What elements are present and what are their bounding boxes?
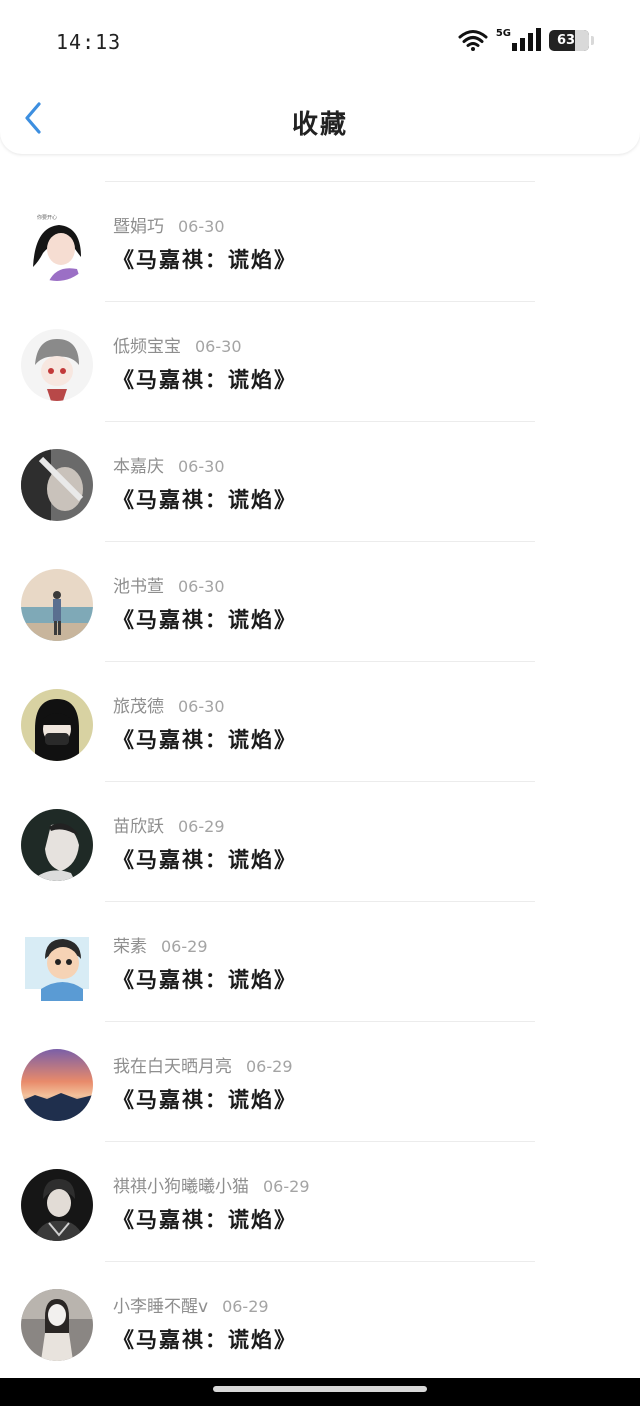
wifi-icon	[458, 30, 488, 51]
content-title[interactable]: 《马嘉祺：谎焰》	[113, 964, 297, 994]
battery-level: 63	[557, 32, 576, 48]
network-type: 5G	[495, 27, 511, 39]
avatar[interactable]: 你要开心	[21, 209, 93, 281]
avatar[interactable]	[21, 1049, 93, 1121]
app-header: 14:13 5G 63 收藏	[0, 0, 640, 154]
username: 我在白天晒月亮	[113, 1057, 232, 1077]
content-title[interactable]: 《马嘉祺：谎焰》	[113, 244, 297, 274]
date: 06-29	[222, 1297, 269, 1316]
username: 池书萱	[113, 577, 164, 597]
list-item[interactable]: 本嘉庆 06-30 《马嘉祺：谎焰》	[0, 422, 640, 542]
username: 荣素	[113, 937, 147, 957]
list-item[interactable]: 池书萱 06-30 《马嘉祺：谎焰》	[0, 542, 640, 662]
cellular-signal-icon	[512, 28, 541, 51]
avatar[interactable]	[21, 329, 93, 401]
content-title[interactable]: 《马嘉祺：谎焰》	[113, 1084, 297, 1114]
content-title[interactable]: 《马嘉祺：谎焰》	[113, 724, 297, 754]
content-title[interactable]: 《马嘉祺：谎焰》	[113, 1204, 297, 1234]
date: 06-29	[161, 937, 208, 956]
status-icons: 5G 63	[458, 28, 594, 52]
username: 小李睡不醒v	[113, 1297, 209, 1317]
system-nav-bar	[0, 1378, 640, 1406]
item-meta: 暨娟巧 06-30	[113, 212, 225, 237]
item-meta: 小李睡不醒v 06-29	[113, 1292, 269, 1317]
item-meta: 祺祺小狗曦曦小猫 06-29	[113, 1172, 310, 1197]
list-item[interactable]: 低频宝宝 06-30 《马嘉祺：谎焰》	[0, 302, 640, 422]
username: 苗欣跃	[113, 817, 164, 837]
item-meta: 荣素 06-29	[113, 932, 208, 957]
avatar[interactable]	[21, 809, 93, 881]
avatar[interactable]	[21, 569, 93, 641]
username: 低频宝宝	[113, 337, 181, 357]
avatar[interactable]	[21, 929, 93, 1001]
status-time: 14:13	[56, 30, 122, 54]
date: 06-30	[178, 577, 225, 596]
item-meta: 低频宝宝 06-30	[113, 332, 242, 357]
item-meta: 旅茂德 06-30	[113, 692, 225, 717]
content-title[interactable]: 《马嘉祺：谎焰》	[113, 364, 297, 394]
item-meta: 池书萱 06-30	[113, 572, 225, 597]
username: 旅茂德	[113, 697, 164, 717]
date: 06-30	[178, 697, 225, 716]
list-item[interactable]: 旅茂德 06-30 《马嘉祺：谎焰》	[0, 662, 640, 782]
favorites-list: 你要开心 暨娟巧 06-30 《马嘉祺：谎焰》 低频宝宝 06-30 《马嘉祺：谎焰…	[0, 34, 640, 1382]
battery-icon: 63	[549, 29, 589, 51]
date: 06-29	[246, 1057, 293, 1076]
home-indicator[interactable]	[213, 1386, 427, 1392]
list-item[interactable]: 荣素 06-29 《马嘉祺：谎焰》	[0, 902, 640, 1022]
avatar[interactable]	[21, 689, 93, 761]
list-item[interactable]: 你要开心 暨娟巧 06-30 《马嘉祺：谎焰》	[0, 182, 640, 302]
username: 暨娟巧	[113, 217, 164, 237]
list-item[interactable]: 小李睡不醒v 06-29 《马嘉祺：谎焰》	[0, 1262, 640, 1382]
content-title[interactable]: 《马嘉祺：谎焰》	[113, 844, 297, 874]
list-item[interactable]: 祺祺小狗曦曦小猫 06-29 《马嘉祺：谎焰》	[0, 1142, 640, 1262]
avatar[interactable]	[21, 449, 93, 521]
page-title: 收藏	[291, 110, 348, 140]
date: 06-29	[178, 817, 225, 836]
date: 06-30	[178, 457, 225, 476]
battery-tip	[591, 35, 594, 45]
item-meta: 我在白天晒月亮 06-29	[113, 1052, 293, 1077]
date: 06-30	[195, 337, 242, 356]
item-meta: 本嘉庆 06-30	[113, 452, 225, 477]
avatar[interactable]	[21, 1289, 93, 1361]
list-item[interactable]: 苗欣跃 06-29 《马嘉祺：谎焰》	[0, 782, 640, 902]
list-item[interactable]: 我在白天晒月亮 06-29 《马嘉祺：谎焰》	[0, 1022, 640, 1142]
username: 本嘉庆	[113, 457, 164, 477]
avatar[interactable]	[21, 1169, 93, 1241]
item-meta: 苗欣跃 06-29	[113, 812, 225, 837]
date: 06-29	[263, 1177, 310, 1196]
content-title[interactable]: 《马嘉祺：谎焰》	[113, 1324, 297, 1354]
content-title[interactable]: 《马嘉祺：谎焰》	[113, 604, 297, 634]
content-title[interactable]: 《马嘉祺：谎焰》	[113, 484, 297, 514]
date: 06-30	[178, 217, 225, 236]
svg-text:你要开心: 你要开心	[37, 214, 57, 221]
username: 祺祺小狗曦曦小猫	[113, 1177, 249, 1197]
